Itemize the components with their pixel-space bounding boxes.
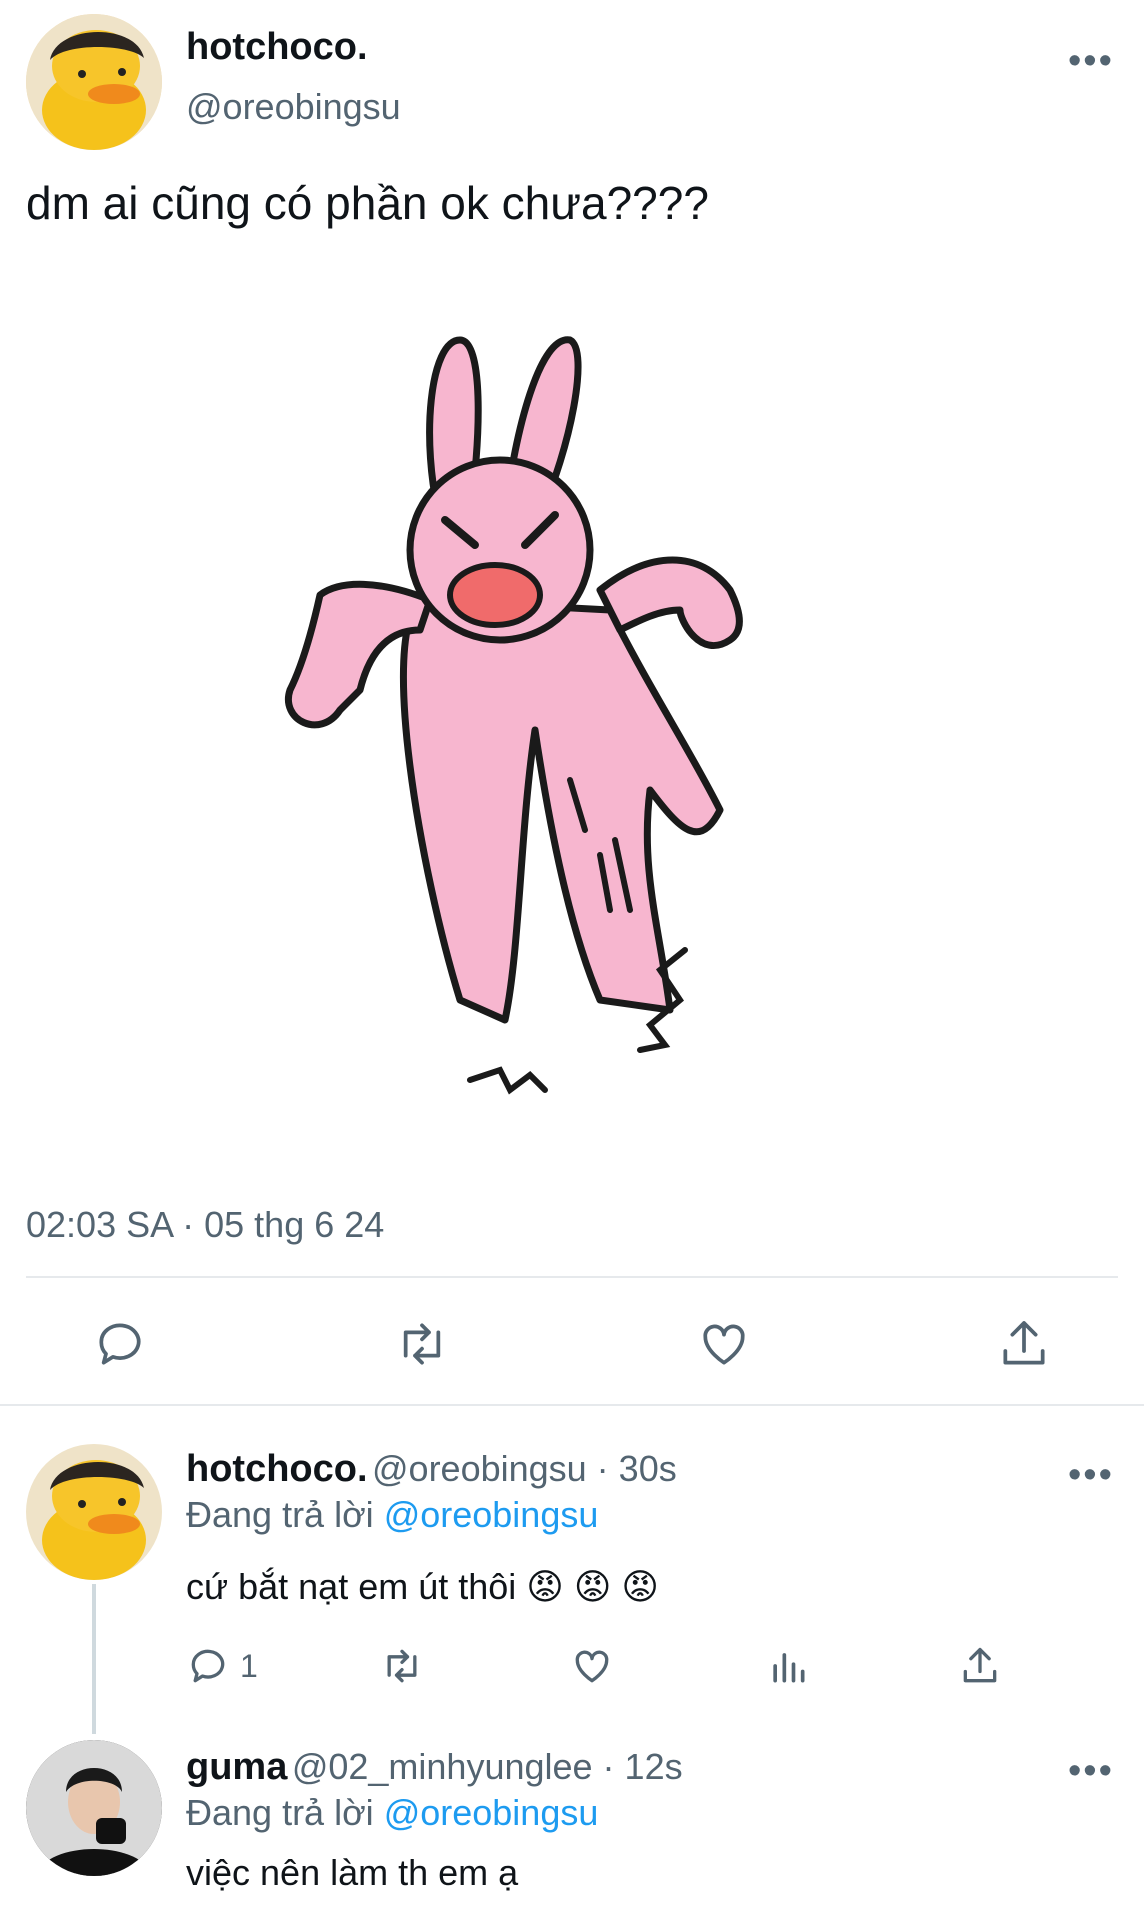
reply-icon[interactable] [186,1644,230,1688]
angry-emoji: 😡 [621,1566,659,1607]
angry-emoji: 😡 [573,1566,612,1607]
angry-emoji: 😡 [526,1566,564,1607]
like-icon[interactable] [570,1644,614,1688]
reply-text: cứ bắt nạt em út thôi 😡 😡 😡 [186,1566,659,1608]
replying-to-link[interactable]: @oreobingsu [384,1494,599,1535]
reply-text: việc nên làm th em ạ [186,1852,519,1893]
replying-to-link[interactable]: @oreobingsu [384,1792,599,1833]
author-avatar[interactable] [26,14,162,150]
share-icon[interactable] [996,1316,1052,1372]
tweet-media-bunny-sticker[interactable] [270,310,850,1110]
reply-icon[interactable] [92,1316,148,1372]
reply-avatar[interactable] [26,1740,162,1876]
author-name[interactable]: hotchoco. [186,26,368,69]
analytics-icon[interactable] [766,1644,810,1688]
more-options-icon[interactable]: ••• [1068,1750,1114,1793]
tweet-text: dm ai cũng có phần ok chưa???? [26,177,709,229]
reply-avatar[interactable] [26,1444,162,1580]
replying-to: Đang trả lời @oreobingsu [186,1792,598,1834]
reply-header: hotchoco. @oreobingsu · 30s [186,1448,677,1491]
thread-line [92,1584,96,1734]
author-handle[interactable]: @oreobingsu [186,86,401,128]
replying-to: Đang trả lời @oreobingsu [186,1494,598,1536]
reply-count: 1 [240,1648,258,1684]
more-options-icon[interactable]: ••• [1068,1454,1114,1497]
retweet-icon[interactable] [392,1316,452,1372]
divider [0,1404,1144,1406]
more-options-icon[interactable]: ••• [1068,40,1114,83]
tweet-timestamp[interactable]: 02:03 SA · 05 thg 6 24 [26,1204,384,1246]
reply-handle-time[interactable]: @02_minhyunglee · 12s [292,1746,683,1787]
like-icon[interactable] [696,1316,752,1372]
reply-author-name[interactable]: guma [186,1746,287,1788]
retweet-icon[interactable] [378,1644,426,1688]
reply-handle-time[interactable]: @oreobingsu · 30s [372,1448,677,1489]
reply-text-body: cứ bắt nạt em út thôi [186,1566,517,1607]
reply-author-name[interactable]: hotchoco. [186,1448,368,1490]
divider [26,1276,1118,1278]
replying-prefix: Đang trả lời [186,1792,384,1833]
replying-prefix: Đang trả lời [186,1494,384,1535]
reply-header: guma @02_minhyunglee · 12s [186,1746,683,1789]
share-icon[interactable] [958,1644,1002,1688]
